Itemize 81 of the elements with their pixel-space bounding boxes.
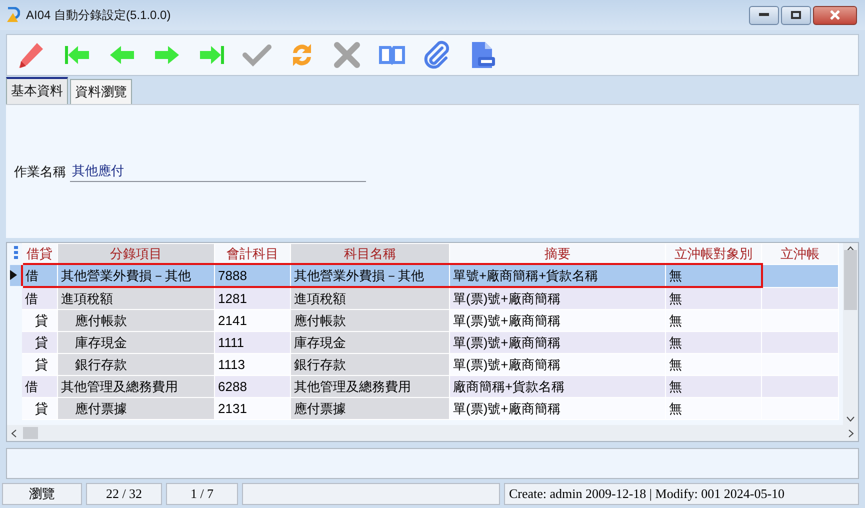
table-cell: 無 <box>669 356 682 374</box>
table-cell: 單(票)號+廠商簡稱 <box>453 400 560 418</box>
scrollbar-thumb[interactable] <box>844 250 857 310</box>
table-cell: 其他營業外費損－其他 <box>61 266 191 284</box>
table-cell: 2131 <box>218 401 247 416</box>
table-cell: 無 <box>669 334 682 352</box>
table-cell: 其他管理及總務費用 <box>294 378 411 396</box>
status-text: 瀏覽 <box>2 483 82 505</box>
table-cell-text: 應付票據 <box>74 400 127 418</box>
column-header[interactable]: 摘要 <box>450 244 666 264</box>
app-logo-icon <box>6 7 20 23</box>
column-header[interactable]: 借貸 <box>22 244 58 264</box>
table-cell: 庫存現金 <box>294 334 346 352</box>
scroll-left-icon[interactable] <box>11 428 17 438</box>
table-cell: 單(票)號+廠商簡稱 <box>453 290 560 308</box>
table-cell: 單號+廠商簡稱+貨款名稱 <box>453 266 598 284</box>
table-cell: 借 <box>25 378 38 396</box>
table-row[interactable]: 貸 應付帳款 2141 應付帳款 單(票)號+廠商簡稱 無 <box>10 310 838 332</box>
table-row[interactable]: 貸 銀行存款 1113 銀行存款 單(票)號+廠商簡稱 無 <box>10 354 838 376</box>
table-cell: 1111 <box>218 335 244 350</box>
table-cell: 1113 <box>218 357 245 372</box>
tab[interactable]: 基本資料 <box>6 77 68 104</box>
table-row[interactable]: 借 其他管理及總務費用 6288 其他管理及總務費用 廠商簡稱+貨款名稱 無 <box>10 376 838 398</box>
status-text: Create: admin 2009-12-18 | Modify: 001 2024-05-10 <box>504 483 859 505</box>
table-cell: 無 <box>669 290 682 308</box>
table-row[interactable]: 借 其他營業外費損－其他 7888 其他營業外費損－其他 單號+廠商簡稱+貨款名稱 無 <box>10 264 838 287</box>
table-cell: 銀行存款 <box>294 356 346 374</box>
column-header[interactable]: 立沖帳 <box>762 244 838 264</box>
table-cell: 無 <box>669 400 682 418</box>
status-text: 1 / 7 <box>166 483 238 505</box>
table-cell: 單(票)號+廠商簡稱 <box>453 356 560 374</box>
table-cell-text: 貸 <box>34 400 48 418</box>
column-header[interactable]: 會計科目 <box>214 244 290 264</box>
table-cell: 廠商簡稱+貨款名稱 <box>453 378 565 396</box>
paperclip-icon[interactable] <box>422 40 452 70</box>
table-cell-text: 貸 <box>34 334 48 352</box>
table-cell-text: 貸 <box>34 356 48 374</box>
table-row[interactable]: 貸 庫存現金 1111 庫存現金 單(票)號+廠商簡稱 無 <box>10 332 838 354</box>
scrollbar-thumb[interactable] <box>23 427 38 439</box>
table-cell: 應付票據 <box>294 400 346 418</box>
close-button[interactable] <box>813 6 857 24</box>
table-cell: 借 <box>26 266 38 284</box>
table-cell: 其他營業外費損－其他 <box>294 266 424 284</box>
table-cell: 2141 <box>218 313 247 328</box>
table-cell: 1281 <box>218 291 247 306</box>
column-header[interactable]: 科目名稱 <box>290 244 450 264</box>
table-cell-text: 銀行存款 <box>74 356 127 374</box>
table-cell: 其他管理及總務費用 <box>61 378 178 396</box>
table-cell: 6288 <box>218 379 247 394</box>
scroll-right-icon[interactable] <box>848 428 854 438</box>
row-pointer-icon <box>10 270 17 280</box>
grid-menu-icon[interactable] <box>14 245 18 259</box>
table-cell: 應付帳款 <box>294 312 346 330</box>
tab[interactable]: 資料瀏覽 <box>70 79 132 104</box>
scroll-down-icon[interactable] <box>846 416 855 422</box>
field-label: 作業名稱 <box>14 162 66 180</box>
table-cell: 進項稅額 <box>294 290 346 308</box>
table-cell-text: 貸 <box>34 312 48 330</box>
table-cell: 7888 <box>218 268 247 283</box>
scroll-up-icon[interactable] <box>846 246 855 252</box>
window-title: AI04 自動分錄設定(5.1.0.0) <box>26 6 172 24</box>
input-field[interactable]: 其他應付 <box>70 162 366 182</box>
table-cell: 借 <box>25 290 38 308</box>
minimize-button[interactable] <box>749 6 779 24</box>
table-cell-text: 庫存現金 <box>74 334 127 352</box>
maximize-icon <box>791 11 801 19</box>
table-cell: 單(票)號+廠商簡稱 <box>453 334 560 352</box>
table-row[interactable]: 貸 應付票據 2131 應付票據 單(票)號+廠商簡稱 無 <box>10 398 838 420</box>
maximize-button[interactable] <box>781 6 811 24</box>
minimize-icon <box>759 13 769 17</box>
table-cell: 無 <box>669 266 682 284</box>
table-cell: 無 <box>669 378 682 396</box>
table-cell-text: 應付帳款 <box>74 312 127 330</box>
close-icon <box>829 10 841 20</box>
table-row[interactable]: 借 進項稅額 1281 進項稅額 單(票)號+廠商簡稱 無 <box>10 287 838 310</box>
column-header[interactable]: 立沖帳對象別 <box>666 244 762 264</box>
table-cell: 進項稅額 <box>61 290 113 308</box>
status-text: 22 / 32 <box>86 483 162 505</box>
column-header[interactable]: 分錄項目 <box>58 244 214 264</box>
table-cell: 無 <box>669 312 682 330</box>
table-cell: 單(票)號+廠商簡稱 <box>453 312 560 330</box>
